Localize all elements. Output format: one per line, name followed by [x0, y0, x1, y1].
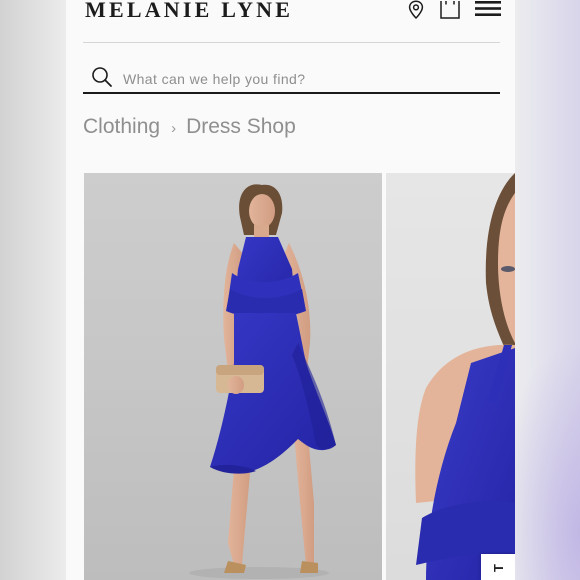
- chevron-right-icon: ›: [171, 119, 177, 137]
- product-image-next[interactable]: [386, 173, 515, 580]
- search-bar: [83, 64, 500, 94]
- brand-logo[interactable]: MELANIE LYNE: [85, 0, 293, 23]
- model-closeup-photo: [415, 173, 515, 580]
- breadcrumb-dress-shop[interactable]: Dress Shop: [186, 115, 296, 139]
- breadcrumb-clothing[interactable]: Clothing: [83, 115, 160, 139]
- mobile-page: MELANIE LYNE Clothing: [66, 0, 515, 580]
- header-icons: [407, 0, 501, 20]
- product-image-gallery[interactable]: T: [84, 173, 515, 580]
- side-feedback-tab[interactable]: T: [481, 554, 515, 580]
- search-icon[interactable]: [91, 66, 113, 88]
- breadcrumb: Clothing › Dress Shop: [83, 115, 296, 139]
- model-blue-dress-photo: [189, 184, 336, 579]
- location-pin-icon[interactable]: [407, 0, 425, 20]
- search-input[interactable]: [123, 68, 483, 90]
- site-header: MELANIE LYNE: [66, 0, 515, 44]
- header-divider: [83, 42, 500, 43]
- side-tab-label: T: [490, 562, 506, 572]
- shopping-bag-icon[interactable]: [439, 0, 461, 20]
- product-image-main[interactable]: [84, 173, 382, 580]
- menu-icon[interactable]: [475, 0, 501, 18]
